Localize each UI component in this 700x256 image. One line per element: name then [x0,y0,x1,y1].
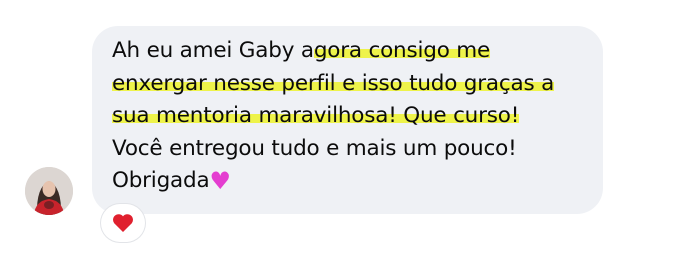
avatar[interactable] [25,167,73,215]
message-line: enxergar nesse perfil e isso tudo graças… [112,68,554,101]
reaction-badge[interactable] [101,204,145,242]
message-line: sua mentoria maravilhosa! Que curso! [112,100,554,133]
message-bubble: Ah eu amei Gaby agora consigo me enxerga… [92,26,603,214]
pink-heart-icon: ♥ [209,167,231,195]
message-line: Obrigada♥ [112,167,231,195]
highlighted-text: enxergar nesse perfil e isso tudo graças… [112,70,555,96]
highlighted-text: sua mentoria maravilhosa! Que curso! [112,103,520,128]
message-text: Ah eu amei Gaby agora consigo me enxerga… [112,35,554,198]
message-line: Você entregou tudo e mais um pouco! [112,135,517,161]
red-heart-icon [113,214,133,232]
message-line: Ah eu amei Gaby agora consigo me [112,38,491,63]
highlighted-text: gora consigo me [313,38,491,63]
